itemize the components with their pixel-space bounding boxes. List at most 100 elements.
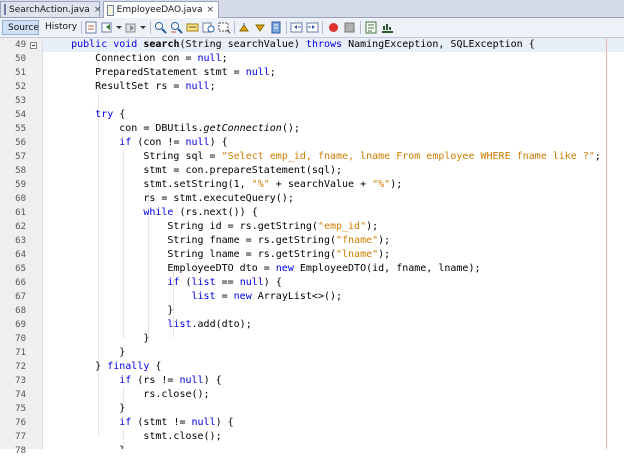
line-number: 63 xyxy=(15,236,26,246)
right-margin-line xyxy=(606,38,607,449)
code-line: } xyxy=(47,403,126,414)
line-number: 56 xyxy=(15,138,26,148)
line-number: 64 xyxy=(15,250,26,260)
code-line: rs.close(); xyxy=(47,389,210,400)
previous-bookmark-icon[interactable] xyxy=(238,21,251,34)
tab-employee-dao[interactable]: EmployeeDAO.java × xyxy=(103,1,219,18)
java-file-icon xyxy=(107,4,114,16)
editor-toolbar: Source History xyxy=(0,18,624,38)
toolbar-separator xyxy=(286,21,287,34)
stop-macro-icon[interactable] xyxy=(343,21,356,34)
line-number: 71 xyxy=(15,348,26,358)
history-button[interactable]: History xyxy=(40,20,78,35)
line-number: 76 xyxy=(15,418,26,428)
code-line: } xyxy=(47,333,150,344)
line-number: 50 xyxy=(15,54,26,64)
line-number: 61 xyxy=(15,208,26,218)
fold-collapse-icon[interactable] xyxy=(30,42,37,49)
line-number: 59 xyxy=(15,180,26,190)
line-number: 75 xyxy=(15,404,26,414)
next-bookmark-icon[interactable] xyxy=(254,21,267,34)
last-edit-icon[interactable] xyxy=(85,21,98,34)
chevron-down-icon[interactable] xyxy=(139,21,147,34)
line-number: 66 xyxy=(15,278,26,288)
toolbar-separator xyxy=(150,21,151,34)
toggle-highlight-icon[interactable] xyxy=(186,21,199,34)
shift-left-icon[interactable] xyxy=(290,21,303,34)
line-number: 70 xyxy=(15,334,26,344)
line-number: 58 xyxy=(15,166,26,176)
tab-search-action[interactable]: SearchAction.java × xyxy=(0,1,102,17)
toolbar-separator xyxy=(322,21,323,34)
code-line: stmt.setString(1, "%" + searchValue + "%… xyxy=(47,179,403,190)
code-line: if (list == null) { xyxy=(167,277,282,288)
toggle-bookmark-icon[interactable] xyxy=(270,21,283,34)
java-file-icon xyxy=(4,4,6,15)
find-next-icon[interactable] xyxy=(170,21,183,34)
toggle-rectangle-icon[interactable] xyxy=(218,21,231,34)
line-number: 57 xyxy=(15,152,26,162)
close-tab-icon[interactable]: × xyxy=(90,5,102,15)
source-button[interactable]: Source xyxy=(2,20,39,35)
line-number: 62 xyxy=(15,222,26,232)
line-number: 49 xyxy=(15,40,26,50)
line-number: 53 xyxy=(15,96,26,106)
find-selection-icon[interactable] xyxy=(202,21,215,34)
code-line: PreparedStatement stmt = null; xyxy=(47,67,276,78)
code-line: Connection con = null; xyxy=(47,53,228,64)
line-number: 73 xyxy=(15,376,26,386)
line-number: 78 xyxy=(15,446,26,456)
line-number: 55 xyxy=(15,124,26,134)
code-line: list = new ArrayList<>(); xyxy=(191,291,343,302)
line-number: 69 xyxy=(15,320,26,330)
code-line: ResultSet rs = null; xyxy=(47,81,216,92)
code-line: stmt = con.prepareStatement(sql); xyxy=(47,165,343,176)
code-line: try { xyxy=(95,109,126,120)
start-macro-icon[interactable] xyxy=(327,21,340,34)
line-number: 72 xyxy=(15,362,26,372)
code-line: } xyxy=(47,305,174,316)
tab-label: SearchAction.java xyxy=(9,4,90,15)
code-line: } finally { xyxy=(47,361,162,372)
forward-icon[interactable] xyxy=(125,21,138,34)
toolbar-separator xyxy=(81,21,82,34)
code-line: list.add(dto); xyxy=(167,319,252,330)
line-number: 51 xyxy=(15,68,26,78)
toolbar-separator xyxy=(234,21,235,34)
code-line: public void search(String searchValue) t… xyxy=(71,39,535,50)
code-line: if (stmt != null) { xyxy=(119,417,234,428)
line-number: 68 xyxy=(15,306,26,316)
code-line: stmt.close(); xyxy=(47,431,222,442)
line-number: 60 xyxy=(15,194,26,204)
line-number: 74 xyxy=(15,390,26,400)
close-tab-icon[interactable]: × xyxy=(202,5,214,15)
code-line: String lname = rs.getString("lname"); xyxy=(47,249,391,260)
line-number: 77 xyxy=(15,432,26,442)
code-line: String id = rs.getString("emp_id"); xyxy=(47,221,379,232)
code-line: con = DBUtils.getConnection(); xyxy=(47,123,300,134)
code-line: EmployeeDTO dto = new EmployeeDTO(id, fn… xyxy=(47,263,481,274)
code-line: String sql = "Select emp_id, fname, lnam… xyxy=(47,151,601,162)
code-line: while (rs.next()) { xyxy=(143,207,258,218)
code-line: } xyxy=(47,347,126,358)
line-number-gutter: 49 50 51 52 53 54 55 56 57 58 59 60 61 62 63 64 65 66 67 68… xyxy=(0,38,43,456)
code-line: } xyxy=(47,444,125,449)
code-line: String fname = rs.getString("fname"); xyxy=(47,235,391,246)
comment-icon[interactable] xyxy=(365,21,378,34)
line-number: 65 xyxy=(15,264,26,274)
back-icon[interactable] xyxy=(101,21,114,34)
chevron-down-icon[interactable] xyxy=(115,21,123,34)
shift-right-icon[interactable] xyxy=(306,21,319,34)
line-number: 67 xyxy=(15,292,26,302)
line-number: 52 xyxy=(15,82,26,92)
find-previous-icon[interactable] xyxy=(154,21,167,34)
uncomment-icon[interactable] xyxy=(381,21,394,34)
code-line: rs = stmt.executeQuery(); xyxy=(47,193,294,204)
code-line: if (con != null) { xyxy=(119,137,228,148)
code-editor[interactable]: public void search(String searchValue) t… xyxy=(43,38,624,449)
editor-tab-strip: SearchAction.java × EmployeeDAO.java × xyxy=(0,0,624,18)
code-line: if (rs != null) { xyxy=(119,375,222,386)
toolbar-separator xyxy=(360,21,361,34)
tab-label: EmployeeDAO.java xyxy=(116,5,203,15)
